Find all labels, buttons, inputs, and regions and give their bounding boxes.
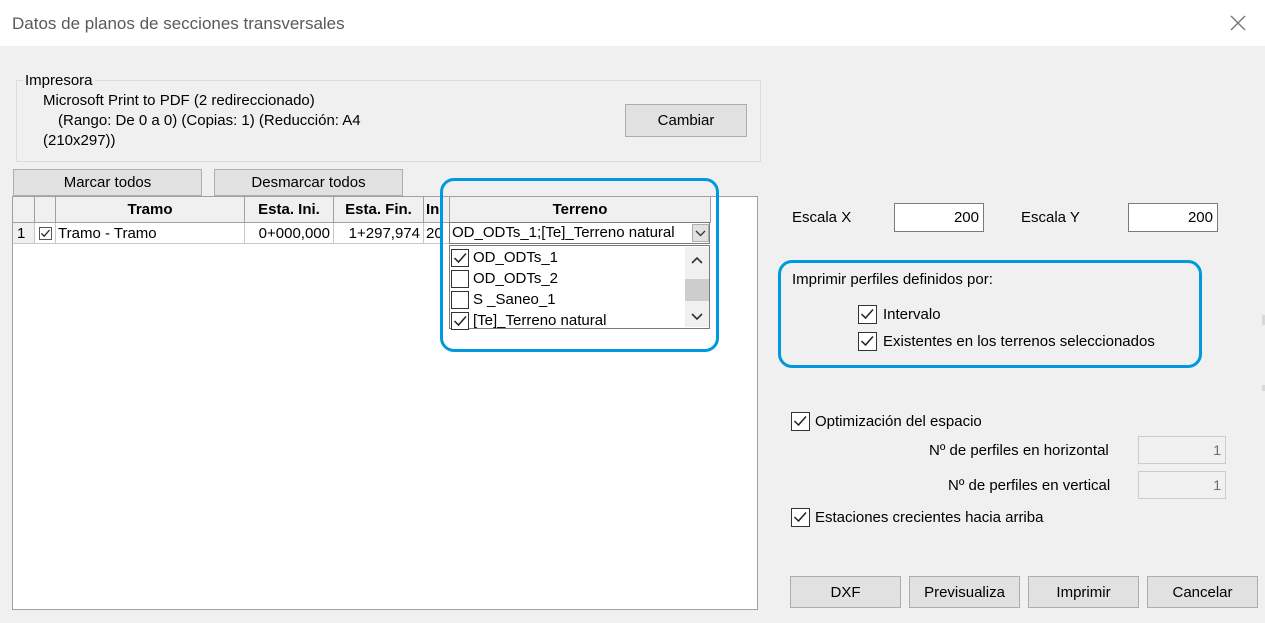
change-printer-button[interactable]: Cambiar [625,104,747,137]
close-icon [1230,15,1246,31]
column-header-tramo[interactable]: Tramo [56,197,245,223]
grid-check-header [35,197,56,223]
terrain-highlight [440,178,719,352]
optimize-space-checkbox[interactable] [791,412,810,431]
scale-x-input[interactable]: 200 [894,203,984,232]
print-button[interactable]: Imprimir [1028,576,1139,608]
close-button[interactable] [1222,8,1254,38]
grid-corner [13,197,35,223]
mark-all-button[interactable]: Marcar todos [13,169,202,196]
title-bar: Datos de planos de secciones transversal… [0,0,1265,46]
cell-esta-fin[interactable]: 1+297,974 [334,223,424,244]
scale-y-input[interactable]: 200 [1128,203,1218,232]
check-icon [793,512,807,523]
cancel-button[interactable]: Cancelar [1147,576,1258,608]
scale-y-label: Escala Y [1021,209,1080,226]
horizontal-profiles-input[interactable]: 1 [1138,436,1226,464]
vertical-profiles-label: Nº de perfiles en vertical [948,477,1111,494]
printer-name: Microsoft Print to PDF (2 redireccionado… [43,92,315,109]
row-number: 1 [13,223,35,244]
preview-button[interactable]: Previsualiza [909,576,1020,608]
window-title: Datos de planos de secciones transversal… [12,14,345,33]
check-icon [793,416,807,427]
printer-legend: Impresora [23,72,95,89]
profiles-highlight [778,260,1202,368]
check-icon [40,229,50,237]
column-header-esta-fin[interactable]: Esta. Fin. [334,197,424,223]
printer-range: (Rango: De 0 a 0) (Copias: 1) (Reducción… [58,112,361,129]
dxf-button[interactable]: DXF [790,576,901,608]
optimize-space-label[interactable]: Optimización del espacio [815,413,982,430]
ascending-stations-label[interactable]: Estaciones crecientes hacia arriba [815,509,1043,526]
vertical-profiles-input[interactable]: 1 [1138,471,1226,499]
row-checkbox[interactable] [38,226,52,240]
row-checkbox-cell[interactable] [35,223,56,244]
cell-tramo[interactable]: Tramo - Tramo [56,223,245,244]
printer-size: (210x297)) [43,132,116,149]
ascending-stations-checkbox[interactable] [791,508,810,527]
horizontal-profiles-label: Nº de perfiles en horizontal [929,442,1109,459]
column-header-esta-ini[interactable]: Esta. Ini. [245,197,334,223]
scale-x-label: Escala X [792,209,852,226]
cell-esta-ini[interactable]: 0+000,000 [245,223,334,244]
unmark-all-button[interactable]: Desmarcar todos [214,169,403,196]
